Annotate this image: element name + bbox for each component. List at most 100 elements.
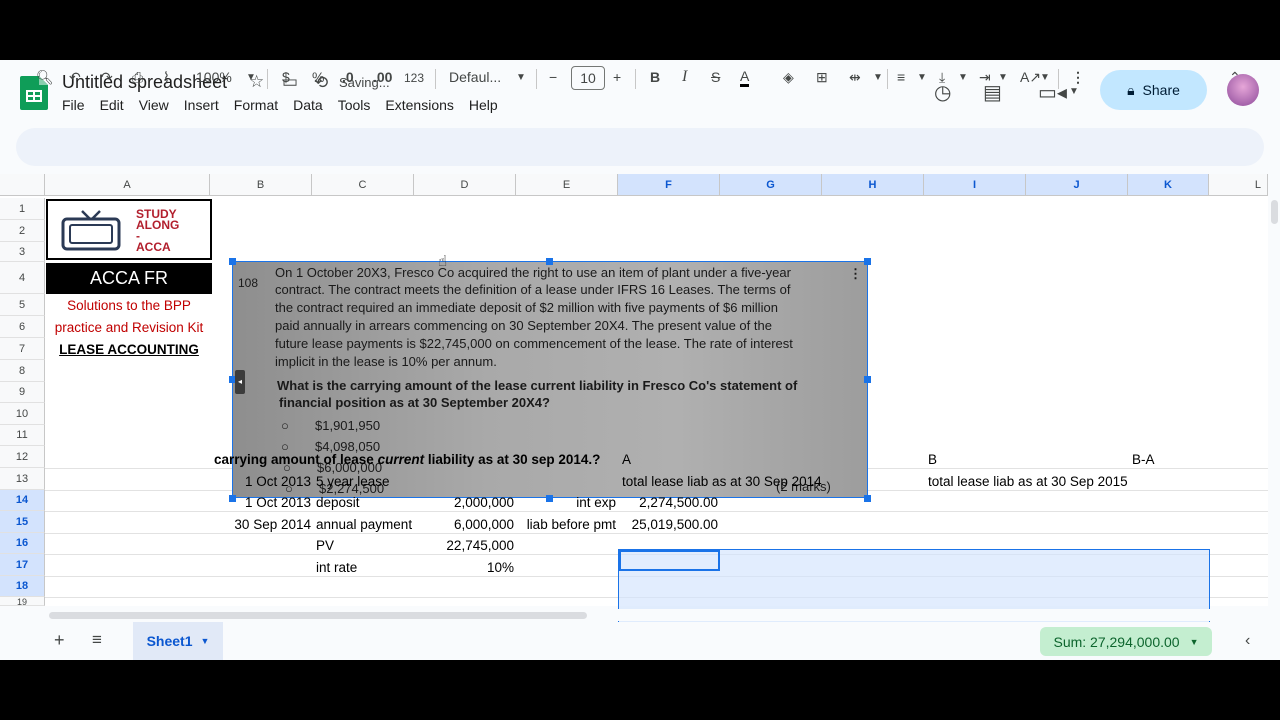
sheet-tab-dropdown-icon[interactable]: ▼ — [201, 636, 210, 646]
cell-b15[interactable]: 30 Sep 2014 — [210, 517, 311, 532]
horizontal-align-icon[interactable]: ≡ — [897, 69, 905, 85]
meet-dropdown-icon[interactable]: ▼ — [1069, 86, 1079, 97]
meet-icon[interactable]: ▭◂ — [1038, 80, 1067, 105]
cell-c15[interactable]: annual payment — [316, 517, 412, 532]
column-header-e[interactable]: E — [516, 174, 618, 196]
sheet-tab-sheet1[interactable]: Sheet1 ▼ — [133, 622, 223, 660]
sum-dropdown-icon[interactable]: ▼ — [1190, 637, 1199, 647]
menu-help[interactable]: Help — [469, 97, 498, 113]
row-header-2[interactable]: 2 — [0, 220, 45, 242]
cell-e14[interactable]: int exp — [516, 495, 616, 510]
undo-icon[interactable]: ↶ — [69, 69, 81, 86]
decrease-decimal-button[interactable]: .0 — [342, 69, 354, 85]
row-header-13[interactable]: 13 — [0, 468, 45, 490]
column-header-f[interactable]: F — [618, 174, 720, 196]
cell-d16[interactable]: 22,745,000 — [414, 538, 514, 553]
vertical-align-icon[interactable]: ⤓ — [939, 69, 945, 86]
cell-i13[interactable]: total lease liab as at 30 Sep 2015 — [928, 474, 1128, 489]
font-select[interactable]: Defaul... — [449, 69, 501, 85]
cell-d15[interactable]: 6,000,000 — [414, 517, 514, 532]
font-size-input[interactable]: 10 — [571, 66, 605, 90]
cell-c13[interactable]: 5 year lease — [316, 474, 390, 489]
paint-format-icon[interactable]: ⌇ — [163, 69, 170, 86]
column-header-b[interactable]: B — [210, 174, 312, 196]
column-header-i[interactable]: I — [924, 174, 1026, 196]
format-currency-button[interactable]: $ — [282, 69, 290, 85]
menu-file[interactable]: File — [62, 97, 85, 113]
search-menus-icon[interactable]: 🔍︎ — [36, 69, 54, 86]
font-size-increase-icon[interactable]: + — [613, 69, 621, 85]
more-options-icon[interactable]: ⋮ — [1071, 69, 1085, 86]
cell-c16[interactable]: PV — [316, 538, 334, 553]
cell-c14[interactable]: deposit — [316, 495, 360, 510]
column-header-d[interactable]: D — [414, 174, 516, 196]
row-header-18[interactable]: 18 — [0, 576, 45, 597]
cell-i12[interactable]: B — [928, 452, 937, 467]
rotation-dropdown-icon[interactable]: ▼ — [1040, 72, 1050, 83]
row-header-8[interactable]: 8 — [0, 360, 45, 382]
italic-icon[interactable]: I — [682, 68, 687, 86]
menu-insert[interactable]: Insert — [184, 97, 219, 113]
row-header-19[interactable]: 19 — [0, 597, 45, 607]
cell-d17[interactable]: 10% — [414, 560, 514, 575]
all-sheets-icon[interactable]: ≡ — [92, 630, 102, 650]
cell-k12[interactable]: B-A — [1132, 452, 1155, 467]
row-header-14[interactable]: 14 — [0, 490, 45, 511]
sheet-grid[interactable]: A B C D E F G H I J K L 1 2 3 4 5 6 7 8 … — [0, 174, 1268, 660]
row-header-5[interactable]: 5 — [0, 294, 45, 316]
cell-f14[interactable]: 2,274,500.00 — [619, 495, 718, 510]
bold-icon[interactable]: B — [650, 69, 660, 85]
add-sheet-icon[interactable]: + — [54, 630, 65, 651]
column-header-g[interactable]: G — [720, 174, 822, 196]
cell-b13[interactable]: 1 Oct 2013 — [210, 474, 311, 489]
column-header-a[interactable]: A — [45, 174, 210, 196]
menu-tools[interactable]: Tools — [338, 97, 371, 113]
column-header-c[interactable]: C — [312, 174, 414, 196]
print-icon[interactable]: ⎙ — [132, 69, 143, 86]
row-header-17[interactable]: 17 — [0, 554, 45, 576]
image-resize-handle[interactable] — [546, 258, 553, 265]
cell-d14[interactable]: 2,000,000 — [414, 495, 514, 510]
menu-extensions[interactable]: Extensions — [385, 97, 453, 113]
row-header-16[interactable]: 16 — [0, 533, 45, 554]
text-color-icon[interactable]: A — [740, 69, 750, 87]
horizontal-scrollbar[interactable] — [45, 609, 1268, 621]
row-header-9[interactable]: 9 — [0, 382, 45, 403]
share-button[interactable]: 🔒︎ Share — [1100, 70, 1207, 110]
row-header-10[interactable]: 10 — [0, 403, 45, 425]
row-header-11[interactable]: 11 — [0, 425, 45, 446]
image-side-tab-icon[interactable]: ◂ — [235, 370, 245, 394]
strikethrough-icon[interactable]: S — [711, 69, 720, 85]
image-resize-handle[interactable] — [864, 258, 871, 265]
column-header-l[interactable]: L — [1209, 174, 1268, 196]
row-header-15[interactable]: 15 — [0, 511, 45, 533]
zoom-select[interactable]: 100% — [196, 69, 232, 85]
image-menu-icon[interactable]: ⋮ — [849, 266, 862, 282]
zoom-dropdown-icon[interactable]: ▼ — [246, 72, 256, 83]
row-header-6[interactable]: 6 — [0, 316, 45, 338]
increase-decimal-button[interactable]: .00 — [373, 69, 392, 85]
cell-b14[interactable]: 1 Oct 2013 — [210, 495, 311, 510]
sum-indicator[interactable]: Sum: 27,294,000.00 ▼ — [1040, 627, 1212, 656]
row-header-4[interactable]: 4 — [0, 262, 45, 294]
cell-f15[interactable]: 25,019,500.00 — [619, 517, 718, 532]
side-panel-toggle-icon[interactable]: ‹ — [1245, 632, 1250, 650]
cell-e15[interactable]: liab before pmt — [516, 517, 616, 532]
select-all-corner[interactable] — [0, 174, 45, 196]
text-wrapping-icon[interactable]: ⇥ — [979, 69, 991, 86]
menu-view[interactable]: View — [139, 97, 169, 113]
row-header-3[interactable]: 3 — [0, 242, 45, 262]
image-resize-handle[interactable] — [864, 495, 871, 502]
font-size-decrease-icon[interactable]: − — [549, 69, 557, 85]
redo-icon[interactable]: ↷ — [101, 69, 113, 86]
cell-c17[interactable]: int rate — [316, 560, 357, 575]
wrap-dropdown-icon[interactable]: ▼ — [998, 72, 1008, 83]
valign-dropdown-icon[interactable]: ▼ — [958, 72, 968, 83]
image-resize-handle[interactable] — [229, 258, 236, 265]
more-formats-button[interactable]: 123 — [404, 71, 424, 85]
horizontal-scroll-thumb[interactable] — [49, 612, 587, 619]
image-resize-handle[interactable] — [864, 376, 871, 383]
align-dropdown-icon[interactable]: ▼ — [917, 72, 927, 83]
cell-f13[interactable]: total lease liab as at 30 Sep 2014 — [622, 474, 822, 489]
vertical-scroll-thumb[interactable] — [1271, 200, 1278, 224]
